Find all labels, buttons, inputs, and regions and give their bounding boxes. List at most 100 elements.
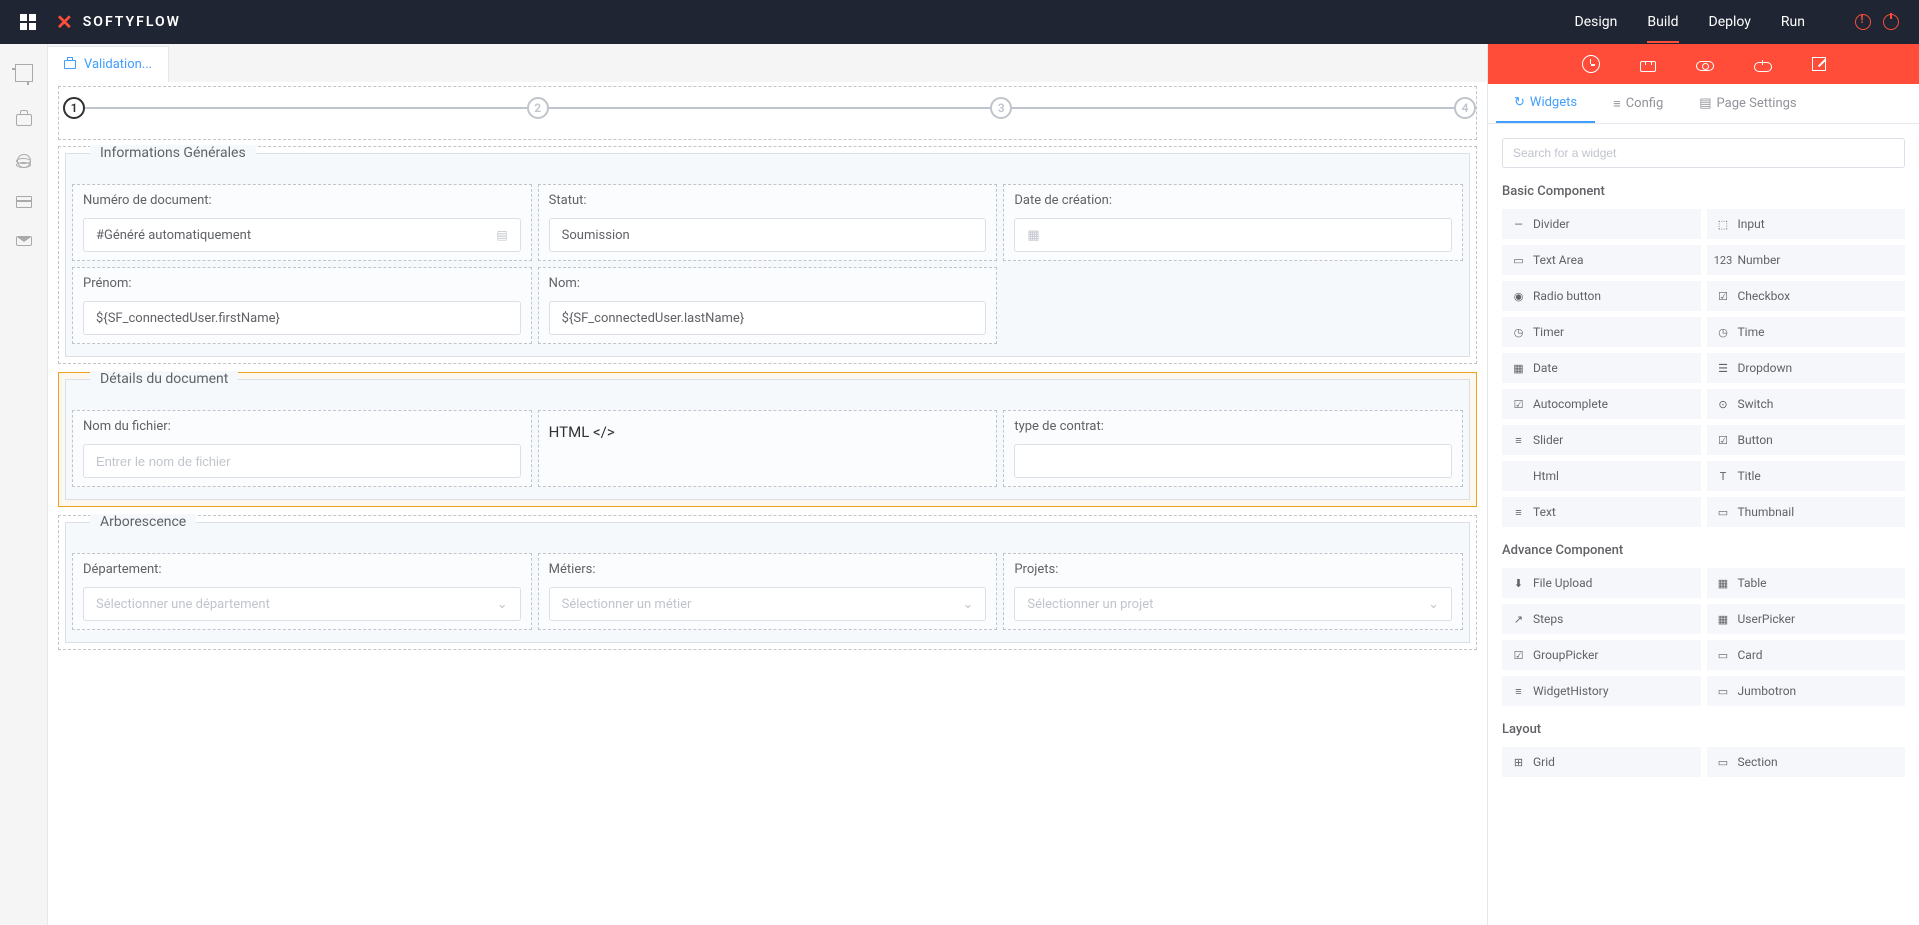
step-2: 2 xyxy=(527,97,549,119)
widget-section[interactable]: ▭Section xyxy=(1707,747,1906,777)
select-job[interactable]: Sélectionner un métier ⌄ xyxy=(549,587,987,621)
group-layout-title: Layout xyxy=(1502,722,1905,737)
section-general[interactable]: Informations Générales Numéro de documen… xyxy=(58,146,1477,364)
nav-design[interactable]: Design xyxy=(1575,14,1618,30)
widget-file-upload[interactable]: ⬇File Upload xyxy=(1502,568,1701,598)
widget-icon xyxy=(1512,470,1525,483)
edit-icon[interactable] xyxy=(1812,57,1826,71)
widget-title[interactable]: TTitle xyxy=(1707,461,1906,491)
input-status[interactable]: Soumission xyxy=(549,218,987,252)
briefcase-icon[interactable] xyxy=(1640,61,1656,72)
input-filename[interactable] xyxy=(83,444,521,478)
widget-autocomplete[interactable]: ☑Autocomplete xyxy=(1502,389,1701,419)
right-panel-tabs: ↻ Widgets ≡ Config ▤ Page Settings xyxy=(1488,84,1919,124)
tab-config[interactable]: ≡ Config xyxy=(1595,84,1681,123)
step-1: 1 xyxy=(63,97,85,119)
legend-tree: Arborescence xyxy=(90,514,196,530)
widget-input[interactable]: ⬚Input xyxy=(1707,209,1906,239)
nav-build[interactable]: Build xyxy=(1647,14,1678,43)
widget-grid[interactable]: ⊞Grid xyxy=(1502,747,1701,777)
database-icon[interactable] xyxy=(17,154,31,168)
widget-icon: ▭ xyxy=(1717,756,1730,769)
widget-checkbox[interactable]: ☑Checkbox xyxy=(1707,281,1906,311)
history-icon[interactable] xyxy=(1582,55,1600,73)
widget-dropdown[interactable]: ☰Dropdown xyxy=(1707,353,1906,383)
widget-icon: ≡ xyxy=(1512,434,1525,447)
label-firstname: Prénom: xyxy=(83,276,521,291)
group-basic-title: Basic Component xyxy=(1502,184,1905,199)
input-firstname[interactable]: ${SF_connectedUser.firstName} xyxy=(83,301,521,335)
widget-search-input[interactable] xyxy=(1502,138,1905,168)
html-widget[interactable]: HTML </> xyxy=(549,419,987,445)
widget-icon: ▦ xyxy=(1717,613,1730,626)
widget-widgethistory[interactable]: ≡WidgetHistory xyxy=(1502,676,1701,706)
tab-validation[interactable]: Validation... xyxy=(48,46,169,82)
widget-icon: ⬇ xyxy=(1512,577,1525,590)
input-contracttype[interactable] xyxy=(1014,444,1452,478)
crop-icon[interactable] xyxy=(15,64,33,82)
input-docnum[interactable]: #Généré automatiquement ▤ xyxy=(83,218,521,252)
widget-steps[interactable]: ↗Steps xyxy=(1502,604,1701,634)
widget-radio-button[interactable]: ◉Radio button xyxy=(1502,281,1701,311)
brand-logo[interactable]: ✕ SOFTYFLOW xyxy=(56,10,181,34)
widget-card[interactable]: ▭Card xyxy=(1707,640,1906,670)
widget-icon: ≡ xyxy=(1512,685,1525,698)
widget-icon: ⊙ xyxy=(1717,398,1730,411)
nav-deploy[interactable]: Deploy xyxy=(1709,14,1751,30)
docnum-suffix-icon: ▤ xyxy=(496,228,507,242)
section-details[interactable]: Détails du document Nom du fichier: HTML… xyxy=(58,372,1477,507)
mail-icon[interactable] xyxy=(16,236,32,246)
widget-slider[interactable]: ≡Slider xyxy=(1502,425,1701,455)
label-lastname: Nom: xyxy=(549,276,987,291)
widget-button[interactable]: ☑Button xyxy=(1707,425,1906,455)
window-icon[interactable] xyxy=(16,196,32,208)
refresh-icon: ↻ xyxy=(1514,95,1525,110)
widget-number[interactable]: 123Number xyxy=(1707,245,1906,275)
input-created[interactable]: ▦ xyxy=(1014,218,1452,252)
widget-jumbotron[interactable]: ▭Jumbotron xyxy=(1707,676,1906,706)
warning-icon[interactable] xyxy=(1855,14,1871,30)
chevron-down-icon: ⌄ xyxy=(962,597,973,612)
widget-icon: ▭ xyxy=(1717,685,1730,698)
select-dept[interactable]: Sélectionner une département ⌄ xyxy=(83,587,521,621)
widget-icon: 123 xyxy=(1717,254,1730,267)
widget-date[interactable]: ▦Date xyxy=(1502,353,1701,383)
input-lastname[interactable]: ${SF_connectedUser.lastName} xyxy=(549,301,987,335)
preview-icon[interactable] xyxy=(1696,61,1714,71)
cloud-upload-icon[interactable] xyxy=(1754,62,1772,72)
top-navbar: ✕ SOFTYFLOW Design Build Deploy Run xyxy=(0,0,1919,44)
widget-text[interactable]: ≡Text xyxy=(1502,497,1701,527)
widget-icon: ◉ xyxy=(1512,290,1525,303)
step-4: 4 xyxy=(1454,97,1476,119)
widget-switch[interactable]: ⊙Switch xyxy=(1707,389,1906,419)
widget-timer[interactable]: ◷Timer xyxy=(1502,317,1701,347)
power-icon[interactable] xyxy=(1883,14,1899,30)
tab-page-settings[interactable]: ▤ Page Settings xyxy=(1681,84,1814,123)
nav-run[interactable]: Run xyxy=(1781,14,1805,30)
tab-widgets[interactable]: ↻ Widgets xyxy=(1496,84,1595,123)
editor-tabs: Validation... xyxy=(48,44,1487,82)
apps-grid-icon[interactable] xyxy=(20,14,36,30)
left-sidebar xyxy=(0,44,48,925)
widget-text-area[interactable]: ▭Text Area xyxy=(1502,245,1701,275)
select-project[interactable]: Sélectionner un projet ⌄ xyxy=(1014,587,1452,621)
widget-html[interactable]: Html xyxy=(1502,461,1701,491)
widget-icon: ☰ xyxy=(1717,362,1730,375)
section-tree[interactable]: Arborescence Département: Sélectionner u… xyxy=(58,515,1477,650)
label-filename: Nom du fichier: xyxy=(83,419,521,434)
briefcase-icon[interactable] xyxy=(16,114,32,126)
widget-icon: ▦ xyxy=(1717,577,1730,590)
widget-time[interactable]: ◷Time xyxy=(1707,317,1906,347)
sliders-icon: ≡ xyxy=(1613,96,1621,112)
right-toolbar xyxy=(1488,44,1919,84)
widget-thumbnail[interactable]: ▭Thumbnail xyxy=(1707,497,1906,527)
label-status: Statut: xyxy=(549,193,987,208)
label-job: Métiers: xyxy=(549,562,987,577)
steps-widget[interactable]: 1 2 3 4 xyxy=(58,86,1477,140)
widget-grouppicker[interactable]: ☑GroupPicker xyxy=(1502,640,1701,670)
widget-divider[interactable]: —Divider xyxy=(1502,209,1701,239)
widget-userpicker[interactable]: ▦UserPicker xyxy=(1707,604,1906,634)
label-project: Projets: xyxy=(1014,562,1452,577)
form-icon xyxy=(64,60,76,69)
widget-table[interactable]: ▦Table xyxy=(1707,568,1906,598)
